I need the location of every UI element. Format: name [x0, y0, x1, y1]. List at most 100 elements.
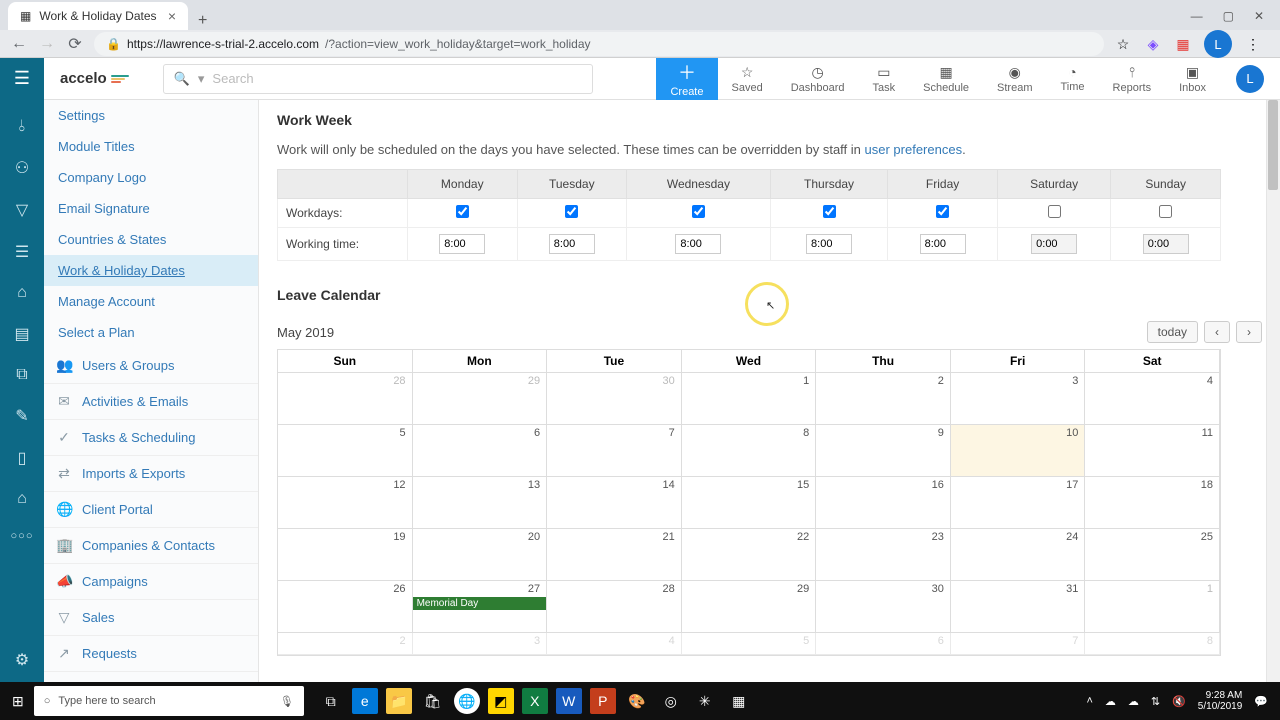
- rail-page-icon[interactable]: ▯: [18, 448, 27, 468]
- nav-task[interactable]: ▭Task: [859, 58, 910, 100]
- sidebar-link[interactable]: Company Logo: [44, 162, 258, 193]
- next-month-button[interactable]: ›: [1236, 321, 1262, 343]
- calendar-cell[interactable]: 4: [1085, 373, 1220, 425]
- rail-copy-icon[interactable]: ⧉: [16, 366, 27, 384]
- calendar-cell[interactable]: 16: [816, 477, 951, 529]
- working-time-input[interactable]: [549, 234, 595, 254]
- nav-inbox[interactable]: ▣Inbox: [1165, 58, 1220, 100]
- circle-icon[interactable]: ◎: [658, 688, 684, 714]
- extension-icon-2[interactable]: ▦: [1174, 36, 1192, 53]
- calendar-cell[interactable]: 22: [682, 529, 817, 581]
- rail-chart-icon[interactable]: ⫰: [19, 118, 26, 136]
- calendar-cell[interactable]: 9: [816, 425, 951, 477]
- browser-tab[interactable]: ▦ Work & Holiday Dates ×: [8, 2, 188, 30]
- tray-cloud-icon[interactable]: ☁: [1128, 695, 1139, 708]
- today-button[interactable]: today: [1147, 321, 1198, 343]
- back-icon[interactable]: ←: [10, 35, 28, 53]
- nav-stream[interactable]: ◉Stream: [983, 58, 1046, 100]
- nav-reports[interactable]: ⫯Reports: [1099, 58, 1166, 100]
- workday-checkbox[interactable]: [456, 205, 469, 218]
- sidebar-item[interactable]: ▽Sales: [44, 600, 258, 636]
- calendar-cell[interactable]: 14: [547, 477, 682, 529]
- calendar-cell[interactable]: 30: [547, 373, 682, 425]
- search-dropdown-icon[interactable]: ▾: [198, 71, 205, 87]
- calendar-cell[interactable]: 8: [1085, 633, 1220, 655]
- nav-time[interactable]: ◔Time: [1047, 58, 1099, 100]
- extension-icon[interactable]: ◈: [1144, 36, 1162, 53]
- hamburger-icon[interactable]: ☰: [0, 58, 44, 100]
- working-time-input[interactable]: [1143, 234, 1189, 254]
- calendar-cell[interactable]: 5: [682, 633, 817, 655]
- sidebar-link[interactable]: Countries & States: [44, 224, 258, 255]
- rail-user-icon[interactable]: ⚇: [15, 158, 29, 178]
- workday-checkbox[interactable]: [936, 205, 949, 218]
- calendar-cell[interactable]: 1: [682, 373, 817, 425]
- calendar-cell[interactable]: 17: [951, 477, 1086, 529]
- calendar-cell[interactable]: 29: [413, 373, 548, 425]
- calendar-cell[interactable]: 28: [547, 581, 682, 633]
- rail-gear-icon[interactable]: ⚙: [15, 650, 29, 670]
- calendar-cell[interactable]: 4: [547, 633, 682, 655]
- notifications-icon[interactable]: 💬: [1254, 695, 1268, 708]
- word-icon[interactable]: W: [556, 688, 582, 714]
- calendar-cell[interactable]: 7: [547, 425, 682, 477]
- sidebar-link[interactable]: Module Titles: [44, 131, 258, 162]
- reload-icon[interactable]: ⟳: [66, 34, 84, 54]
- calendar-cell[interactable]: 1: [1085, 581, 1220, 633]
- tray-onedrive-icon[interactable]: ☁: [1105, 695, 1116, 708]
- start-button[interactable]: ⊞: [6, 693, 30, 710]
- workday-checkbox[interactable]: [1048, 205, 1061, 218]
- search-input[interactable]: 🔍 ▾ Search: [163, 64, 593, 94]
- rail-doc-icon[interactable]: ▤: [14, 324, 29, 344]
- paint-icon[interactable]: 🎨: [624, 688, 650, 714]
- browser-avatar[interactable]: L: [1204, 30, 1232, 58]
- notes-icon[interactable]: ◩: [488, 688, 514, 714]
- sidebar-item[interactable]: 👥Users & Groups: [44, 348, 258, 384]
- slack-icon[interactable]: ✳: [692, 688, 718, 714]
- calendar-cell[interactable]: 11: [1085, 425, 1220, 477]
- sidebar-item[interactable]: ✓Tasks & Scheduling: [44, 420, 258, 456]
- maximize-icon[interactable]: ▢: [1223, 9, 1234, 23]
- sidebar-item[interactable]: ⇄Imports & Exports: [44, 456, 258, 492]
- rail-tag-icon[interactable]: ⌂: [17, 284, 27, 302]
- menu-icon[interactable]: ⋮: [1244, 36, 1262, 53]
- rail-bag-icon[interactable]: ⌂: [17, 490, 27, 508]
- calendar-cell[interactable]: 15: [682, 477, 817, 529]
- new-tab-button[interactable]: +: [188, 12, 217, 30]
- sidebar-link[interactable]: Work & Holiday Dates: [44, 255, 258, 286]
- prev-month-button[interactable]: ‹: [1204, 321, 1230, 343]
- scrollbar[interactable]: [1266, 100, 1280, 682]
- address-bar[interactable]: 🔒 https://lawrence-s-trial-2.accelo.com/…: [94, 32, 1104, 56]
- working-time-input[interactable]: [920, 234, 966, 254]
- sidebar-link[interactable]: Manage Account: [44, 286, 258, 317]
- calendar-cell[interactable]: 2: [816, 373, 951, 425]
- star-icon[interactable]: ☆: [1114, 36, 1132, 53]
- nav-schedule[interactable]: ▦Schedule: [909, 58, 983, 100]
- sidebar-item[interactable]: ✉Activities & Emails: [44, 384, 258, 420]
- calendar-cell[interactable]: 3: [413, 633, 548, 655]
- close-window-icon[interactable]: ✕: [1254, 9, 1264, 23]
- minimize-icon[interactable]: —: [1191, 9, 1203, 23]
- calendar-cell[interactable]: 10: [951, 425, 1086, 477]
- calendar-cell[interactable]: 21: [547, 529, 682, 581]
- sidebar-item[interactable]: 🏢Companies & Contacts: [44, 528, 258, 564]
- chrome-icon[interactable]: 🌐: [454, 688, 480, 714]
- calendar-cell[interactable]: 6: [413, 425, 548, 477]
- calendar-cell[interactable]: 25: [1085, 529, 1220, 581]
- calendar-cell[interactable]: 19: [278, 529, 413, 581]
- calendar-cell[interactable]: 12: [278, 477, 413, 529]
- working-time-input[interactable]: [806, 234, 852, 254]
- user-avatar[interactable]: L: [1236, 65, 1264, 93]
- calendar-cell[interactable]: 6: [816, 633, 951, 655]
- calendar-cell[interactable]: 31: [951, 581, 1086, 633]
- workday-checkbox[interactable]: [823, 205, 836, 218]
- calendar-cell[interactable]: 26: [278, 581, 413, 633]
- sidebar-link[interactable]: Settings: [44, 100, 258, 131]
- taskbar-search[interactable]: ○ Type here to search 🎙: [34, 686, 304, 716]
- calendar-cell[interactable]: 5: [278, 425, 413, 477]
- tray-sound-icon[interactable]: 🔇: [1172, 695, 1186, 708]
- tray-up-icon[interactable]: ˄: [1086, 695, 1092, 707]
- nav-dashboard[interactable]: ◷Dashboard: [777, 58, 859, 100]
- sidebar-item[interactable]: 🌐Client Portal: [44, 492, 258, 528]
- edge-icon[interactable]: e: [352, 688, 378, 714]
